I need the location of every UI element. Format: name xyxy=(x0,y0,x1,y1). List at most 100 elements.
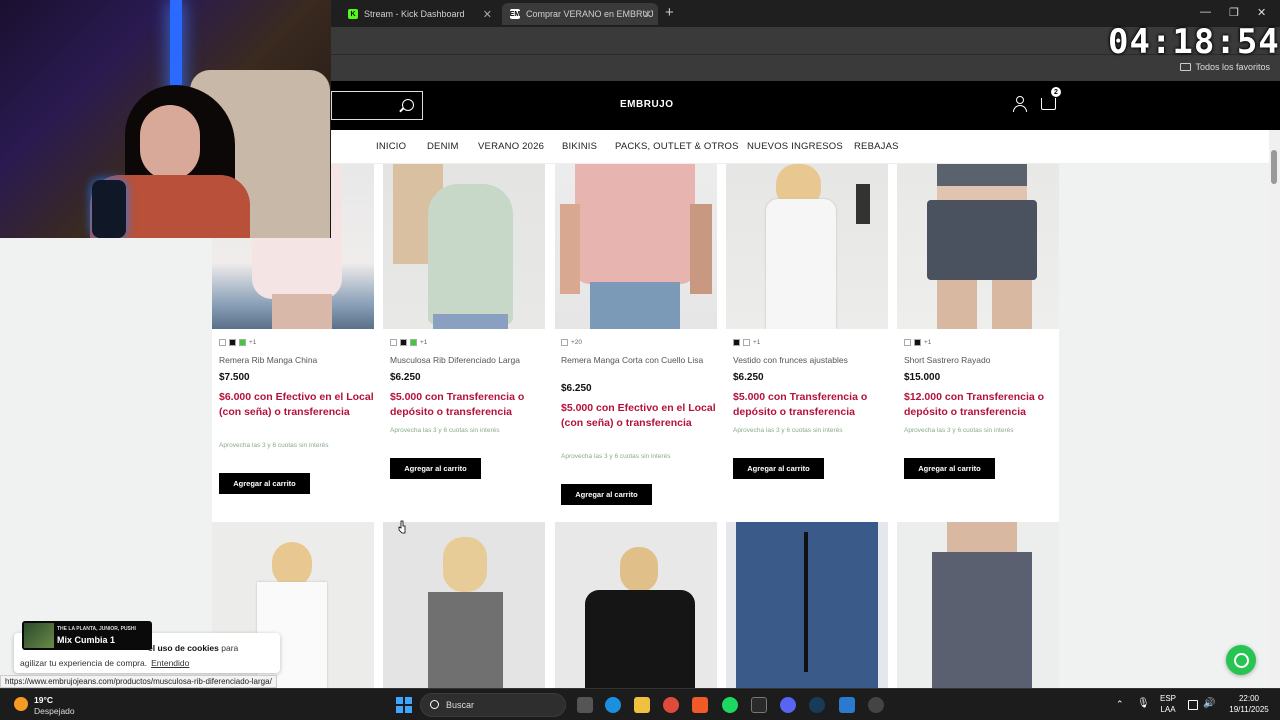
add-to-cart-button[interactable]: Agregar al carrito xyxy=(561,484,652,505)
store-search-input[interactable] xyxy=(331,91,423,120)
color-swatches[interactable]: +1 xyxy=(219,339,256,346)
swatch[interactable] xyxy=(239,339,246,346)
product-name[interactable]: Remera Rib Manga China xyxy=(219,355,369,366)
product-image[interactable] xyxy=(383,522,545,688)
product-installments: Aprovecha las 3 y 6 cuotas sin interés xyxy=(219,442,329,449)
task-view-icon[interactable] xyxy=(577,697,593,713)
spotify-icon[interactable] xyxy=(722,697,738,713)
add-to-cart-button[interactable]: Agregar al carrito xyxy=(219,473,310,494)
notepad-icon[interactable] xyxy=(839,697,855,713)
language-indicator[interactable]: ESP LAA xyxy=(1160,693,1176,715)
product-image[interactable] xyxy=(897,164,1059,329)
product-name[interactable]: Short Sastrero Rayado xyxy=(904,355,1054,366)
taskbar: 19°C Despejado Buscar ⌃ 🎙 ESP LAA 🔊 22:0… xyxy=(0,688,1280,720)
product-price: $6.250 xyxy=(561,383,592,394)
swatch[interactable] xyxy=(914,339,921,346)
nav-denim[interactable]: DENIM xyxy=(427,141,459,152)
nav-bikinis[interactable]: BIKINIS xyxy=(562,141,597,152)
steam-icon[interactable] xyxy=(809,697,825,713)
product-price: $7.500 xyxy=(219,372,250,383)
swatch[interactable] xyxy=(904,339,911,346)
file-explorer-icon[interactable] xyxy=(634,697,650,713)
new-tab-button[interactable]: + xyxy=(665,4,674,21)
swatch[interactable] xyxy=(743,339,750,346)
product-installments: Aprovecha las 3 y 6 cuotas sin interés xyxy=(561,453,671,460)
product-name[interactable]: Remera Manga Corta con Cuello Lisa xyxy=(561,355,711,366)
product-price: $6.250 xyxy=(390,372,421,383)
color-swatches[interactable]: +1 xyxy=(390,339,427,346)
add-to-cart-button[interactable]: Agregar al carrito xyxy=(733,458,824,479)
folder-icon xyxy=(1180,63,1192,71)
product-image[interactable] xyxy=(726,522,888,688)
page-background xyxy=(1059,164,1269,688)
windows-start-icon[interactable] xyxy=(396,697,412,713)
chrome-icon[interactable] xyxy=(663,697,679,713)
product-promo: $5.000 con Transferencia o depósito o tr… xyxy=(390,391,525,418)
user-icon[interactable] xyxy=(1013,96,1027,112)
close-icon[interactable]: ✕ xyxy=(643,8,652,21)
nav-nuevos-ingresos[interactable]: NUEVOS INGRESOS xyxy=(747,141,843,152)
status-url: https://www.embrujojeans.com/productos/m… xyxy=(0,675,277,688)
nav-verano-2026[interactable]: VERANO 2026 xyxy=(478,141,544,152)
swatch[interactable] xyxy=(561,339,568,346)
album-art xyxy=(24,623,54,648)
color-swatches[interactable]: +1 xyxy=(904,339,931,346)
cookie-accept-link[interactable]: Entendido xyxy=(151,658,189,668)
color-swatches[interactable]: +1 xyxy=(733,339,760,346)
obs-icon[interactable] xyxy=(868,697,884,713)
product-price: $6.250 xyxy=(733,372,764,383)
all-bookmarks[interactable]: Todos los favoritos xyxy=(1180,62,1270,72)
swatch[interactable] xyxy=(400,339,407,346)
minimize-button[interactable]: — xyxy=(1200,6,1211,18)
color-swatches[interactable]: +20 xyxy=(561,339,582,346)
product-name[interactable]: Musculosa Rib Diferenciado Larga xyxy=(390,355,540,366)
webcam-overlay xyxy=(0,0,331,238)
discord-icon[interactable] xyxy=(780,697,796,713)
add-to-cart-button[interactable]: Agregar al carrito xyxy=(904,458,995,479)
edge-icon[interactable] xyxy=(605,697,621,713)
now-playing-widget: THE LA PLANTA, JUNIOR, PUSHI Mix Cumbia … xyxy=(22,621,152,650)
nav-inicio[interactable]: INICIO xyxy=(376,141,406,152)
product-name[interactable]: Vestido con frunces ajustables xyxy=(733,355,883,366)
swatch[interactable] xyxy=(410,339,417,346)
whatsapp-icon[interactable] xyxy=(1226,645,1256,675)
cart-icon[interactable] xyxy=(1041,98,1056,110)
swatch[interactable] xyxy=(733,339,740,346)
network-icon[interactable] xyxy=(1188,700,1198,710)
swatch[interactable] xyxy=(219,339,226,346)
product-image[interactable] xyxy=(383,164,545,329)
swatch[interactable] xyxy=(229,339,236,346)
epic-games-icon[interactable] xyxy=(751,697,767,713)
close-icon[interactable]: ✕ xyxy=(483,8,492,21)
tab-kick-dashboard[interactable]: K Stream - Kick Dashboard ✕ xyxy=(340,3,498,25)
hand-cursor-icon xyxy=(398,520,406,534)
product-promo: $12.000 con Transferencia o depósito o t… xyxy=(904,391,1045,418)
store-nav: INICIO DENIM VERANO 2026 BIKINIS PACKS, … xyxy=(331,130,1280,164)
product-image[interactable] xyxy=(555,164,717,329)
product-promo: $6.000 con Efectivo en el Local (con señ… xyxy=(219,391,374,418)
product-price: $15.000 xyxy=(904,372,941,383)
brave-icon[interactable] xyxy=(692,697,708,713)
close-window-button[interactable]: ✕ xyxy=(1257,6,1266,19)
clock-date[interactable]: 22:00 19/11/2025 xyxy=(1224,693,1274,715)
nav-packs[interactable]: PACKS, OUTLET & OTROS xyxy=(615,141,739,152)
search-icon[interactable] xyxy=(402,99,414,111)
nav-rebajas[interactable]: REBAJAS xyxy=(854,141,899,152)
product-image[interactable] xyxy=(897,522,1059,688)
store-logo[interactable]: EMBRUJO xyxy=(620,99,674,110)
page-scrollbar[interactable] xyxy=(1269,130,1280,688)
tray-expand-icon[interactable]: ⌃ xyxy=(1116,699,1124,710)
product-image[interactable] xyxy=(726,164,888,329)
swatch[interactable] xyxy=(390,339,397,346)
restore-button[interactable]: ❐ xyxy=(1229,6,1239,19)
volume-icon[interactable]: 🔊 xyxy=(1203,698,1215,709)
scroll-thumb[interactable] xyxy=(1271,150,1277,184)
taskbar-search[interactable]: Buscar xyxy=(420,693,566,717)
product-promo: $5.000 con Efectivo en el Local (con señ… xyxy=(561,402,716,429)
tab-embrujo[interactable]: EM Comprar VERANO en EMBRUJ ✕ xyxy=(502,3,658,25)
add-to-cart-button[interactable]: Agregar al carrito xyxy=(390,458,481,479)
product-installments: Aprovecha las 3 y 6 cuotas sin interés xyxy=(390,427,500,434)
microphone xyxy=(92,180,126,238)
product-image[interactable] xyxy=(555,522,717,688)
microphone-icon[interactable]: 🎙 xyxy=(1137,698,1150,709)
